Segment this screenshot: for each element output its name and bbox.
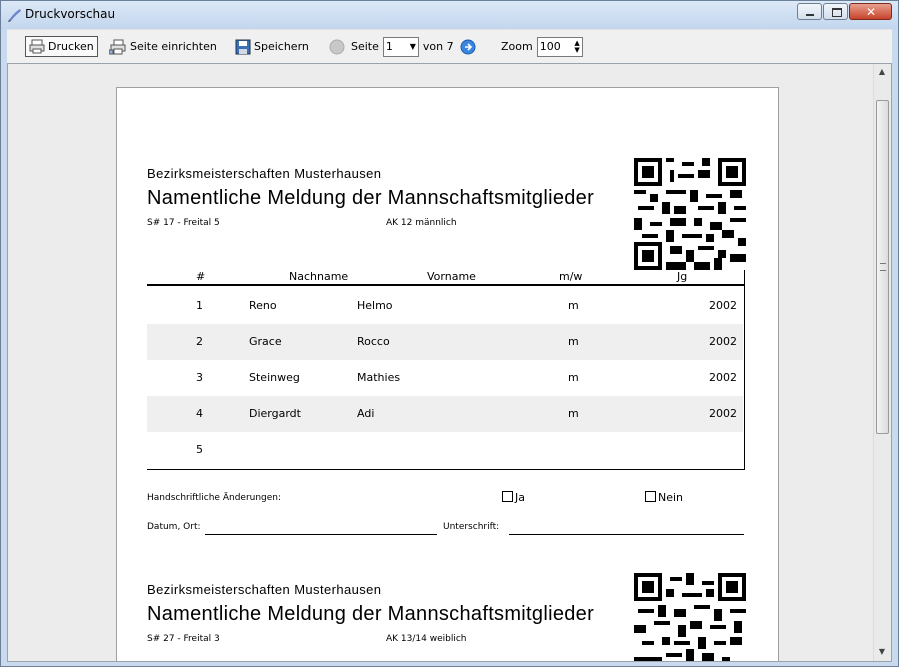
table-row: 1 Reno Helmo m 2002 [147, 288, 743, 324]
page-select-value: 1 [385, 40, 393, 53]
window-title: Druckvorschau [25, 7, 116, 21]
row-number: 1 [196, 299, 203, 312]
scroll-up-icon[interactable]: ▲ [878, 68, 886, 76]
team-label: S# 17 - Freital 5 [147, 218, 220, 228]
print-preview-window: Druckvorschau ✕ Drucken Seite einrichten… [0, 0, 899, 667]
page-setup-button[interactable]: Seite einrichten [105, 36, 221, 58]
date-place-line [205, 534, 437, 535]
report-heading: Namentliche Meldung der Mannschaftsmitgl… [147, 187, 595, 209]
minimize-button[interactable] [797, 3, 822, 20]
page-setup-icon [109, 39, 126, 54]
page-select[interactable]: 1 ▼ [382, 36, 419, 57]
row-number: 4 [196, 407, 203, 420]
zoom-label: Zoom [501, 40, 533, 53]
header-rule [147, 284, 744, 286]
stepper-arrows-icon[interactable]: ▲ ▼ [574, 39, 579, 54]
preview-page: Bezirksmeisterschaften Musterhausen Name… [116, 87, 779, 661]
page-setup-label: Seite einrichten [130, 40, 217, 53]
table-row: 4 Diergardt Adi m 2002 [147, 396, 743, 432]
column-header-year: Jg [677, 270, 688, 283]
qr-code [634, 573, 746, 661]
column-header-first-name: Vorname [427, 270, 476, 283]
page-label: Seite [351, 40, 379, 53]
no-checkbox[interactable]: Nein [645, 491, 683, 504]
previous-page-icon[interactable] [329, 39, 345, 55]
row-number: 5 [196, 443, 203, 456]
team-label: S# 27 - Freital 3 [147, 634, 220, 644]
window-controls: ✕ [796, 3, 892, 21]
scroll-thumb[interactable] [876, 100, 889, 434]
close-button[interactable]: ✕ [849, 3, 892, 20]
title-bar: Druckvorschau ✕ [1, 1, 898, 29]
column-header-gender: m/w [559, 270, 583, 283]
qr-code [634, 158, 746, 270]
save-label: Speichern [254, 40, 309, 53]
checkbox-icon [502, 491, 513, 502]
club-name: Bezirksmeisterschaften Musterhausen [147, 166, 382, 181]
print-button[interactable]: Drucken [25, 36, 98, 57]
floppy-disk-icon [235, 39, 251, 54]
next-page-icon[interactable] [460, 39, 476, 55]
preview-area[interactable]: Bezirksmeisterschaften Musterhausen Name… [7, 63, 892, 662]
vertical-scrollbar[interactable]: ▲ ▼ [873, 64, 891, 661]
print-label: Drucken [48, 40, 94, 53]
club-name: Bezirksmeisterschaften Musterhausen [147, 582, 382, 597]
report-heading: Namentliche Meldung der Mannschaftsmitgl… [147, 603, 595, 625]
toolbar: Drucken Seite einrichten Speichern Seite… [7, 29, 892, 63]
gender-cell: m [568, 407, 579, 420]
year-cell: 2002 [709, 407, 737, 420]
table-row: 2 Grace Rocco m 2002 [147, 324, 743, 360]
year-cell: 2002 [709, 299, 737, 312]
grip-icon [880, 263, 886, 271]
first-name-cell: Mathies [357, 371, 401, 384]
printer-icon [29, 39, 45, 54]
last-name-cell: Grace [249, 335, 282, 348]
first-name-cell: Rocco [357, 335, 390, 348]
column-header-last-name: Nachname [289, 270, 349, 283]
date-place-label: Datum, Ort: [147, 522, 201, 532]
close-icon: ✕ [866, 5, 877, 19]
column-header-number: # [196, 270, 206, 283]
chevron-down-icon: ▼ [409, 42, 416, 51]
row-number: 2 [196, 335, 203, 348]
first-name-cell: Adi [357, 407, 375, 420]
checkbox-icon [645, 491, 656, 502]
zoom-value: 100 [539, 40, 561, 53]
signature-label: Unterschrift: [443, 522, 500, 532]
age-class-label: AK 13/14 weiblich [386, 634, 467, 644]
first-name-cell: Helmo [357, 299, 393, 312]
last-name-cell: Reno [249, 299, 277, 312]
members-table: # Nachname Vorname m/w Jg 1 Reno Helmo m… [147, 270, 745, 470]
last-name-cell: Steinweg [249, 371, 300, 384]
row-number: 3 [196, 371, 203, 384]
app-icon [8, 9, 21, 22]
changes-label: Handschriftliche Änderungen: [147, 493, 282, 503]
zoom-stepper[interactable]: 100 ▲ ▼ [536, 36, 583, 57]
gender-cell: m [568, 299, 579, 312]
gender-cell: m [568, 371, 579, 384]
yes-label: Ja [515, 491, 525, 504]
year-cell: 2002 [709, 335, 737, 348]
yes-checkbox[interactable]: Ja [502, 491, 525, 504]
last-name-cell: Diergardt [249, 407, 301, 420]
scroll-down-icon[interactable]: ▼ [878, 648, 886, 656]
page-count-label: von 7 [422, 40, 454, 53]
maximize-button[interactable] [823, 3, 848, 20]
table-row: 5 [147, 432, 743, 468]
age-class-label: AK 12 männlich [386, 218, 457, 228]
signature-line [509, 534, 744, 535]
no-label: Nein [658, 491, 684, 504]
save-button[interactable]: Speichern [231, 36, 313, 58]
year-cell: 2002 [709, 371, 737, 384]
gender-cell: m [568, 335, 579, 348]
table-row: 3 Steinweg Mathies m 2002 [147, 360, 743, 396]
